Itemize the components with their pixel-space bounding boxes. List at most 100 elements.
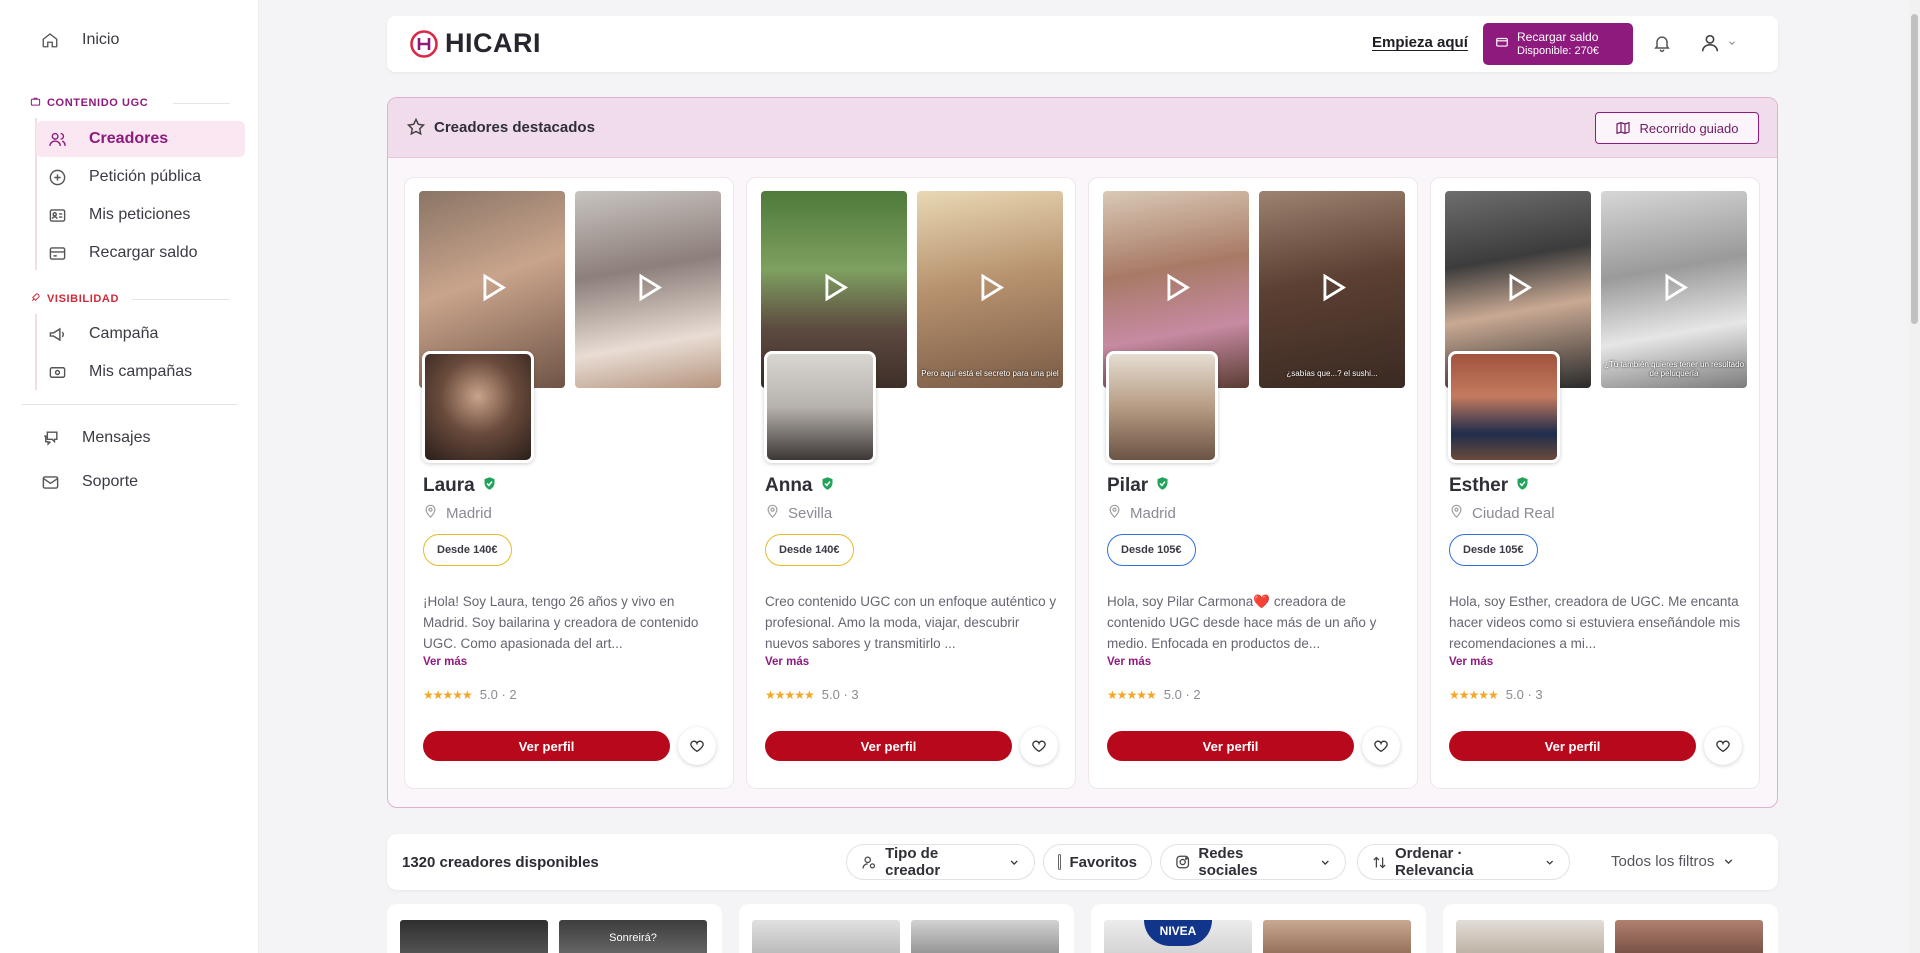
play-icon — [1315, 270, 1349, 309]
user-menu-button[interactable] — [1699, 32, 1737, 54]
guided-tour-button[interactable]: Recorrido guiado — [1595, 112, 1759, 144]
sort-filter[interactable]: Ordenar · Relevancia — [1357, 844, 1570, 880]
topbar: HICARI Empieza aquí Recargar saldo Dispo… — [387, 16, 1778, 72]
sidebar: Inicio CONTENIDO UGC Creadores Petición … — [0, 0, 259, 953]
user-icon — [1701, 34, 1719, 52]
play-icon — [475, 270, 509, 309]
video-thumbnail[interactable]: ¿Tú también quieres tener un resultado d… — [1601, 191, 1747, 388]
verified-badge-icon — [1515, 475, 1530, 497]
instagram-icon — [1176, 855, 1190, 869]
video-thumbnail[interactable] — [400, 920, 548, 953]
recharge-balance-button[interactable]: Recargar saldo Disponible: 270€ — [1483, 23, 1633, 65]
creator-location: Sevilla — [765, 504, 832, 523]
video-thumbnail[interactable] — [911, 920, 1059, 953]
video-thumbnail[interactable] — [1615, 920, 1763, 953]
users-icon — [46, 128, 68, 150]
creator-bio: Creo contenido UGC con un enfoque autént… — [765, 594, 1057, 651]
sidebar-item-label: Petición pública — [89, 168, 202, 185]
home-icon — [39, 29, 61, 51]
favorite-button[interactable] — [678, 727, 716, 765]
rating: ★★★★★ 5.0 · 2 — [1107, 687, 1201, 702]
sidebar-item-recargar-saldo[interactable]: Recargar saldo — [0, 235, 245, 271]
balance-text: Disponible: 270€ — [1517, 45, 1599, 57]
favorite-button[interactable] — [1704, 727, 1742, 765]
rating-text: 5.0 · 2 — [479, 687, 517, 702]
mail-icon — [39, 471, 61, 493]
avatar[interactable] — [1106, 351, 1218, 463]
favorite-button[interactable] — [1020, 727, 1058, 765]
all-filters-button[interactable]: Todos los filtros — [1611, 853, 1735, 870]
sidebar-item-mis-campanas[interactable]: Mis campañas — [0, 354, 245, 390]
video-thumbnail[interactable]: Sonreirá? — [559, 920, 707, 953]
video-thumbnail[interactable] — [752, 920, 900, 953]
play-icon — [1501, 270, 1535, 309]
verified-badge-icon — [482, 475, 497, 497]
sidebar-item-creadores[interactable]: Creadores — [0, 121, 245, 157]
creator-name[interactable]: Esther — [1449, 475, 1530, 497]
view-profile-button[interactable]: Ver perfil — [1449, 731, 1696, 761]
chat-icon — [39, 427, 61, 449]
see-more-link[interactable]: Ver más — [1449, 656, 1493, 668]
sidebar-item-label: Recargar saldo — [89, 244, 198, 261]
heart-icon — [1374, 740, 1388, 753]
view-profile-button[interactable]: Ver perfil — [423, 731, 670, 761]
favorites-filter[interactable]: Favoritos — [1043, 844, 1152, 880]
video-thumbnail[interactable]: ¿sabías que...? el sushi... — [1259, 191, 1405, 388]
see-more-link[interactable]: Ver más — [1107, 656, 1151, 668]
user-settings-icon — [862, 856, 876, 869]
see-more-link[interactable]: Ver más — [765, 656, 809, 668]
video-thumbnail[interactable]: Pero aquí está el secreto para una piel — [917, 191, 1063, 388]
map-icon — [1616, 121, 1631, 135]
checkbox[interactable] — [1058, 854, 1062, 870]
social-networks-filter[interactable]: Redes sociales — [1160, 844, 1346, 880]
logo[interactable]: HICARI — [409, 28, 541, 59]
heart-icon — [1716, 740, 1730, 753]
creator-type-filter[interactable]: Tipo de creador — [846, 844, 1035, 880]
chevron-down-icon — [1729, 41, 1735, 45]
sidebar-item-inicio[interactable]: Inicio — [0, 22, 259, 58]
start-here-link[interactable]: Empieza aquí — [1372, 34, 1468, 51]
id-card-icon — [46, 204, 68, 226]
sidebar-item-label: Creadores — [89, 130, 169, 147]
sidebar-item-soporte[interactable]: Soporte — [0, 464, 259, 500]
scrollbar-thumb[interactable] — [1911, 14, 1918, 324]
chevron-down-icon — [1545, 860, 1553, 865]
video-thumbnail[interactable]: NIVEA — [1104, 920, 1252, 953]
briefcase-icon — [30, 96, 41, 110]
avatar[interactable] — [1448, 351, 1560, 463]
sidebar-item-mis-peticiones[interactable]: Mis peticiones — [0, 197, 245, 233]
rocket-icon — [30, 292, 41, 306]
sidebar-item-campana[interactable]: Campaña — [0, 316, 245, 352]
location-pin-icon — [765, 504, 780, 523]
sidebar-item-mensajes[interactable]: Mensajes — [0, 420, 259, 456]
view-profile-button[interactable]: Ver perfil — [765, 731, 1012, 761]
creator-card — [739, 904, 1074, 953]
creator-name[interactable]: Anna — [765, 475, 835, 497]
thumbnail-caption: ¿Tú también quieres tener un resultado d… — [1603, 360, 1745, 378]
video-thumbnail[interactable] — [575, 191, 721, 388]
verified-badge-icon — [1155, 475, 1170, 497]
section-vis-title: VISIBILIDAD — [30, 292, 119, 306]
notifications-button[interactable] — [1652, 33, 1672, 58]
creator-card: Sonreirá? — [387, 904, 722, 953]
location-pin-icon — [423, 504, 438, 523]
star-icon — [406, 117, 426, 136]
creator-location: Madrid — [423, 504, 492, 523]
creator-name[interactable]: Pilar — [1107, 475, 1170, 497]
video-thumbnail[interactable] — [1456, 920, 1604, 953]
view-profile-button[interactable]: Ver perfil — [1107, 731, 1354, 761]
video-thumbnail[interactable] — [1263, 920, 1411, 953]
sidebar-item-peticion-publica[interactable]: Petición pública — [0, 159, 245, 195]
avatar[interactable] — [764, 351, 876, 463]
creator-location: Ciudad Real — [1449, 504, 1555, 523]
scrollbar[interactable] — [1909, 0, 1920, 953]
avatar[interactable] — [422, 351, 534, 463]
creator-card — [1443, 904, 1778, 953]
creator-name[interactable]: Laura — [423, 475, 497, 497]
see-more-link[interactable]: Ver más — [423, 656, 467, 668]
favorite-button[interactable] — [1362, 727, 1400, 765]
heart-icon — [1032, 740, 1046, 753]
thumbnail-caption: Pero aquí está el secreto para una piel — [921, 369, 1059, 378]
sidebar-item-label: Campaña — [89, 325, 159, 342]
creator-card: ¿Tú también quieres tener un resultado d… — [1430, 177, 1760, 789]
